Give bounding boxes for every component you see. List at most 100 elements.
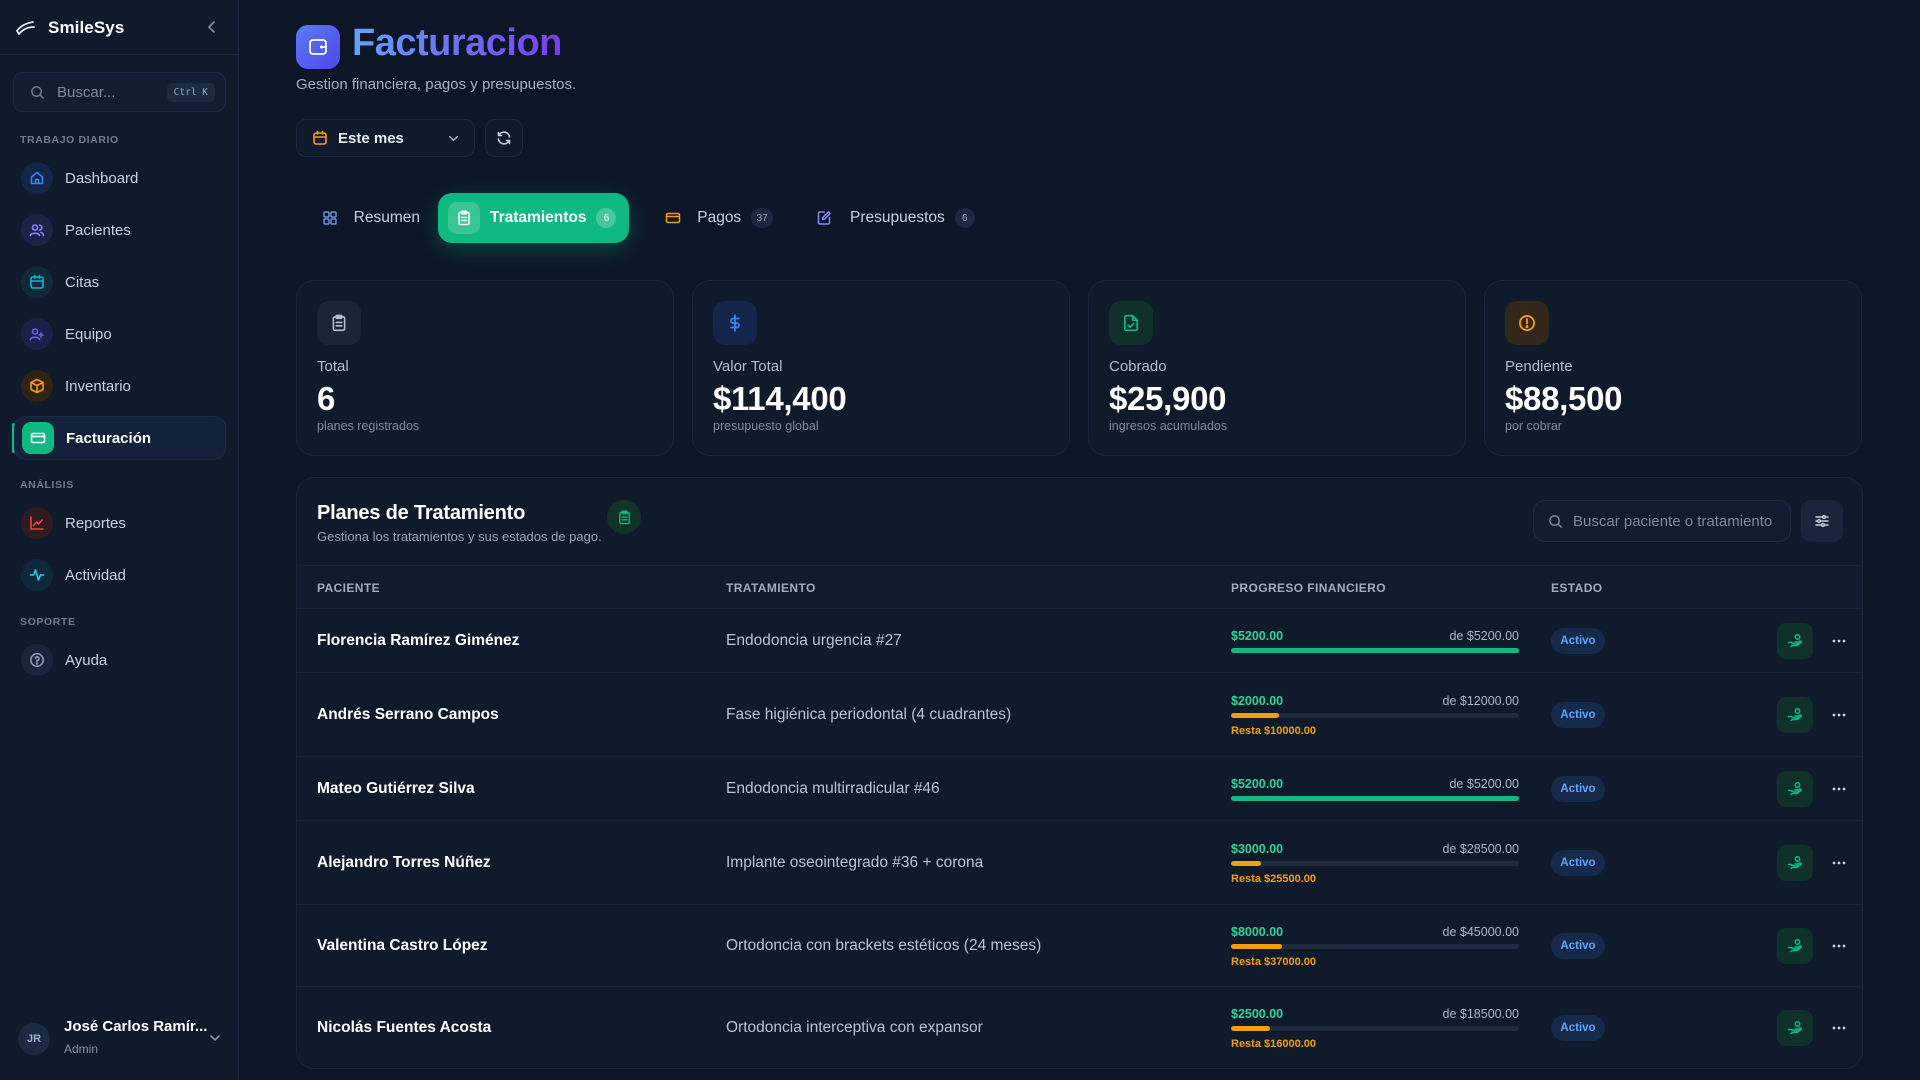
wallet-icon [296, 25, 340, 69]
clipboard-icon [448, 202, 480, 234]
progress-fill [1231, 861, 1262, 866]
patient-name: Nicolás Fuentes Acosta [317, 1019, 492, 1036]
collapse-sidebar-icon[interactable] [204, 19, 220, 35]
sidebar-search-placeholder: Buscar... [57, 83, 116, 101]
sidebar-item-citas[interactable]: Citas [14, 260, 226, 304]
refresh-button[interactable] [485, 119, 523, 157]
amount-paid: $8000.00 [1231, 925, 1284, 939]
filter-button[interactable] [1801, 500, 1843, 542]
tab-presupuestos[interactable]: Presupuestos 6 [798, 193, 992, 243]
more-actions-button[interactable] [1826, 702, 1852, 728]
tab-label: Resumen [353, 209, 420, 226]
sidebar-item-label: Reportes [65, 514, 126, 532]
page-subtitle: Gestion financiera, pagos y presupuestos… [296, 76, 577, 93]
user-menu[interactable]: JR José Carlos Ramír... Admin [14, 1016, 226, 1062]
sidebar-search[interactable]: Buscar... Ctrl K [13, 72, 226, 112]
period-select[interactable]: Este mes [296, 119, 475, 157]
stat-help: por cobrar [1505, 419, 1562, 433]
search-icon [30, 85, 45, 100]
register-payment-button[interactable] [1777, 623, 1813, 659]
table-row[interactable]: Alejandro Torres Núñez Implante oseointe… [297, 821, 1862, 905]
amount-paid: $5200.00 [1231, 777, 1284, 791]
section-label-daily: TRABAJO DIARIO [20, 134, 119, 146]
more-horizontal-icon [1831, 1020, 1847, 1036]
sidebar-item-label: Actividad [65, 566, 126, 584]
stat-value: $114,400 [713, 380, 847, 417]
sidebar-item-dashboard[interactable]: Dashboard [14, 156, 226, 200]
table-row[interactable]: Nicolás Fuentes Acosta Ortodoncia interc… [297, 987, 1862, 1068]
hand-coins-icon [1787, 938, 1803, 954]
search-shortcut-hint: Ctrl K [166, 83, 215, 102]
hand-coins-icon [1787, 633, 1803, 649]
grid-icon [316, 202, 344, 234]
section-label-support: SOPORTE [20, 616, 76, 628]
tab-tratamientos[interactable]: Tratamientos 6 [438, 193, 629, 243]
plans-search[interactable] [1533, 500, 1791, 542]
amount-remaining: Resta $16000.00 [1231, 1038, 1317, 1050]
table-row[interactable]: Andrés Serrano Campos Fase higiénica per… [297, 673, 1862, 757]
more-actions-button[interactable] [1826, 933, 1852, 959]
edit-doc-icon [808, 202, 840, 234]
stat-card-total: Total 6 planes registrados [296, 280, 674, 456]
table-row[interactable]: Valentina Castro López Ortodoncia con br… [297, 905, 1862, 987]
table-row[interactable]: Florencia Ramírez Giménez Endodoncia urg… [297, 609, 1862, 673]
more-actions-button[interactable] [1826, 1015, 1852, 1041]
plans-search-input[interactable] [1573, 512, 1773, 530]
sidebar-item-pacientes[interactable]: Pacientes [14, 208, 226, 252]
panel-title: Planes de Tratamiento [317, 502, 526, 524]
amount-remaining: Resta $37000.00 [1231, 956, 1317, 968]
tab-count-badge: 6 [954, 208, 975, 228]
more-actions-button[interactable] [1826, 628, 1852, 654]
status-badge: Activo [1551, 1015, 1605, 1041]
avatar: JR [18, 1023, 50, 1055]
sidebar-item-label: Ayuda [65, 651, 108, 669]
sidebar-item-reportes[interactable]: Reportes [14, 501, 226, 545]
register-payment-button[interactable] [1777, 845, 1813, 881]
sidebar-item-label: Citas [65, 273, 100, 291]
tab-count-badge: 6 [596, 208, 617, 228]
more-actions-button[interactable] [1826, 776, 1852, 802]
sidebar: SmileSys Buscar... Ctrl K TRABAJO DIARIO… [0, 0, 239, 1080]
home-icon [21, 162, 53, 194]
help-icon [21, 644, 53, 676]
amount-paid: $2000.00 [1231, 694, 1284, 708]
hand-coins-icon [1787, 707, 1803, 723]
table-row[interactable]: Mateo Gutiérrez Silva Endodoncia multirr… [297, 757, 1862, 821]
treatment-name: Ortodoncia interceptiva con expansor [726, 1019, 983, 1036]
sidebar-item-ayuda[interactable]: Ayuda [14, 638, 226, 682]
brand[interactable]: SmileSys [14, 17, 124, 39]
tab-resumen[interactable]: Resumen [306, 193, 420, 243]
tab-pagos[interactable]: Pagos 37 [649, 193, 773, 243]
column-header-status: ESTADO [1551, 581, 1603, 595]
treatment-name: Ortodoncia con brackets estéticos (24 me… [726, 937, 1042, 954]
more-horizontal-icon [1831, 938, 1847, 954]
amount-remaining: Resta $25500.00 [1231, 873, 1317, 885]
register-payment-button[interactable] [1777, 928, 1813, 964]
sidebar-item-label: Equipo [65, 325, 112, 343]
sidebar-item-equipo[interactable]: Equipo [14, 312, 226, 356]
patient-name: Andrés Serrano Campos [317, 706, 499, 723]
sidebar-item-label: Dashboard [65, 169, 139, 187]
more-actions-button[interactable] [1826, 850, 1852, 876]
amount-paid: $2500.00 [1231, 1007, 1284, 1021]
more-horizontal-icon [1831, 781, 1847, 797]
sidebar-item-actividad[interactable]: Actividad [14, 553, 226, 597]
register-payment-button[interactable] [1777, 771, 1813, 807]
team-icon [21, 318, 53, 350]
tooth-logo-icon [14, 19, 36, 37]
stat-label: Total [317, 358, 349, 375]
amount-paid: $3000.00 [1231, 842, 1284, 856]
chevron-down-icon [447, 132, 460, 145]
register-payment-button[interactable] [1777, 1010, 1813, 1046]
treatment-name: Endodoncia urgencia #27 [726, 632, 902, 649]
calendar-icon [312, 130, 328, 146]
table-header: PACIENTE TRATAMIENTO PROGRESO FINANCIERO… [297, 565, 1862, 609]
sidebar-item-facturacion[interactable]: Facturación [14, 416, 226, 460]
tab-label: Presupuestos [850, 209, 945, 226]
stat-card-valor-total: Valor Total $114,400 presupuesto global [692, 280, 1070, 456]
register-payment-button[interactable] [1777, 697, 1813, 733]
sidebar-item-inventario[interactable]: Inventario [14, 364, 226, 408]
more-horizontal-icon [1831, 633, 1847, 649]
progress-fill [1231, 648, 1519, 653]
patient-name: Mateo Gutiérrez Silva [317, 780, 475, 797]
